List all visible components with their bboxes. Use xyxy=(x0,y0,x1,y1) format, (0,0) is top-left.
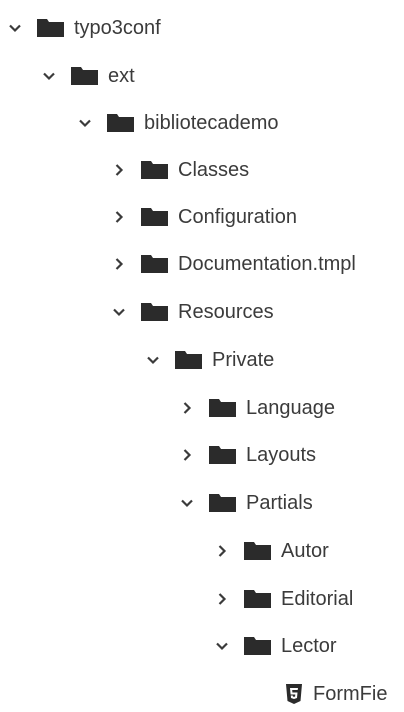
folder-icon xyxy=(244,637,271,655)
tree-item-label: Layouts xyxy=(246,444,317,466)
tree-item-language[interactable]: Language xyxy=(180,390,335,426)
chevron-down-icon[interactable] xyxy=(215,639,229,653)
tree-item-formfie[interactable]: FormFie xyxy=(285,676,387,712)
chevron-right-icon[interactable] xyxy=(112,163,126,177)
tree-item-label: Partials xyxy=(246,492,313,514)
tree-item-label: bibliotecademo xyxy=(144,112,279,134)
tree-item-label: typo3conf xyxy=(74,17,161,39)
tree-item-label: Autor xyxy=(281,540,329,562)
tree-item-layouts[interactable]: Layouts xyxy=(180,437,316,473)
folder-icon xyxy=(141,255,168,273)
folder-icon xyxy=(141,161,168,179)
folder-icon xyxy=(209,446,236,464)
chevron-down-icon[interactable] xyxy=(78,116,92,130)
chevron-right-icon[interactable] xyxy=(112,210,126,224)
tree-item-label: FormFie xyxy=(313,683,388,705)
folder-icon xyxy=(141,208,168,226)
folder-icon xyxy=(209,399,236,417)
tree-item-editorial[interactable]: Editorial xyxy=(215,581,353,617)
folder-icon xyxy=(141,303,168,321)
tree-item-autor[interactable]: Autor xyxy=(215,533,329,569)
tree-item-configuration[interactable]: Configuration xyxy=(112,199,297,235)
tree-item-label: ext xyxy=(108,65,135,87)
tree-item-resources[interactable]: Resources xyxy=(112,294,274,330)
chevron-down-icon[interactable] xyxy=(112,305,126,319)
tree-item-label: Configuration xyxy=(178,206,297,228)
chevron-right-icon[interactable] xyxy=(180,448,194,462)
chevron-right-icon[interactable] xyxy=(215,592,229,606)
tree-item-documentation-tmpl[interactable]: Documentation.tmpl xyxy=(112,246,356,282)
folder-icon xyxy=(37,19,64,37)
chevron-right-icon[interactable] xyxy=(215,544,229,558)
folder-icon xyxy=(71,67,98,85)
tree-item-label: Language xyxy=(246,397,335,419)
folder-icon xyxy=(175,351,202,369)
chevron-down-icon[interactable] xyxy=(146,353,160,367)
tree-item-bibliotecademo[interactable]: bibliotecademo xyxy=(78,105,279,141)
tree-item-label: Editorial xyxy=(281,588,354,610)
tree-item-label: Classes xyxy=(178,159,250,181)
tree-item-classes[interactable]: Classes xyxy=(112,152,249,188)
folder-icon xyxy=(244,590,271,608)
tree-item-lector[interactable]: Lector xyxy=(215,628,337,664)
chevron-down-icon[interactable] xyxy=(42,69,56,83)
folder-icon xyxy=(107,114,134,132)
file-explorer-tree: typo3conf ext bibliotecademo Classes Con… xyxy=(0,0,404,709)
chevron-right-icon[interactable] xyxy=(112,257,126,271)
folder-icon xyxy=(244,542,271,560)
chevron-right-icon[interactable] xyxy=(180,401,194,415)
tree-item-label: Documentation.tmpl xyxy=(178,253,356,275)
tree-item-label: Lector xyxy=(281,635,337,657)
chevron-down-icon[interactable] xyxy=(180,496,194,510)
chevron-down-icon[interactable] xyxy=(8,21,22,35)
tree-item-private[interactable]: Private xyxy=(146,342,274,378)
tree-item-ext[interactable]: ext xyxy=(42,58,135,94)
html5-file-icon xyxy=(285,684,303,704)
folder-icon xyxy=(209,494,236,512)
tree-item-label: Private xyxy=(212,349,275,371)
tree-item-label: Resources xyxy=(178,301,274,323)
tree-item-partials[interactable]: Partials xyxy=(180,485,313,521)
tree-item-typo3conf[interactable]: typo3conf xyxy=(8,10,161,46)
